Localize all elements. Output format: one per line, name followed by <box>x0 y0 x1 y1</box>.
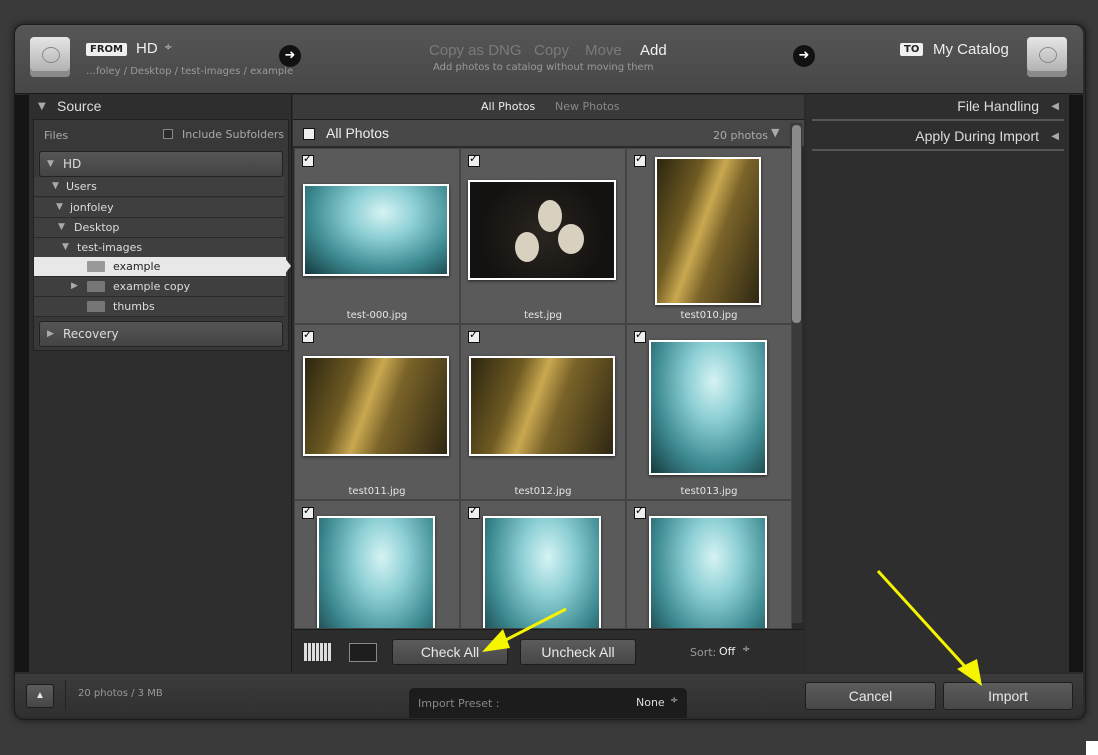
annotation-arrow-check-all <box>482 607 567 652</box>
screen-corner <box>1086 741 1098 755</box>
arrow-shaft <box>497 607 567 646</box>
annotation-arrows <box>482 569 982 686</box>
arrow-head <box>482 629 510 652</box>
annotation-arrow-import <box>876 569 982 686</box>
arrow-shaft <box>876 569 972 674</box>
